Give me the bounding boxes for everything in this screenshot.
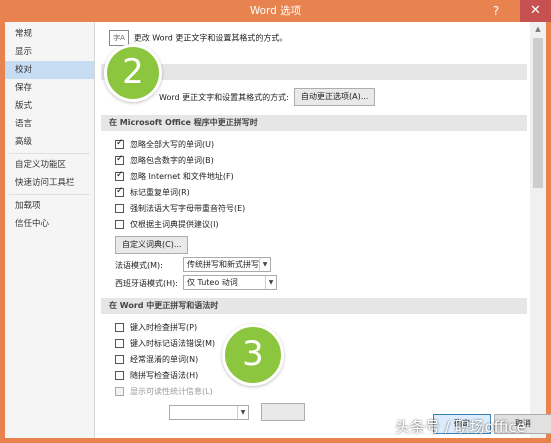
autocorrect-options-button[interactable]: 自动更正选项(A)... [294,88,376,106]
chevron-down-icon: ▼ [259,258,270,271]
option-ignore-uppercase[interactable]: 忽略全部大写的单词(U) [115,138,214,150]
option-main-dictionary-only[interactable]: 仅根据主词典提供建议(I) [115,219,219,230]
close-button[interactable]: ✕ [520,0,551,22]
chevron-down-icon: ▼ [237,406,248,419]
checkbox[interactable] [115,138,124,149]
option-ignore-numbers[interactable]: 忽略包含数字的单词(B) [115,154,214,166]
spanish-mode-label: 西班牙语模式(H): [115,279,178,288]
custom-dictionaries-button[interactable]: 自定义词典(C)... [115,236,189,254]
writing-style-select[interactable]: ▼ [169,405,249,420]
checkbox[interactable] [115,170,124,181]
sidebar-divider [9,153,90,154]
option-check-grammar[interactable]: 随拼写检查语法(H) [115,370,198,381]
sidebar-item-trust-center[interactable]: 信任中心 [5,215,94,233]
scrollbar[interactable]: ▲ [530,22,546,438]
word-options-window: Word 选项 ? ✕ 常规 显示 校对 保存 版式 语言 高级 自定义功能区 … [0,0,551,443]
french-mode-select[interactable]: 传统拼写和新式拼写 ▼ [183,257,271,272]
help-button[interactable]: ? [482,0,510,22]
checkbox[interactable] [115,339,124,348]
sidebar-item-advanced[interactable]: 高级 [5,133,94,151]
sidebar: 常规 显示 校对 保存 版式 语言 高级 自定义功能区 快速访问工具栏 加载项 … [5,22,95,438]
sidebar-item-save[interactable]: 保存 [5,79,94,97]
checkbox[interactable] [115,220,124,229]
option-french-accents[interactable]: 强制法语大写字母带重音符号(E) [115,203,245,214]
option-confused-words[interactable]: 经常混淆的单词(N) [115,354,198,365]
scroll-thumb[interactable] [533,38,543,188]
checkbox[interactable] [115,387,124,396]
autocorrect-section-header [101,64,527,80]
autocorrect-label: Word 更正文字和设置其格式的方式: [159,93,289,102]
spanish-mode-select[interactable]: 仅 Tuteo 动词 ▼ [183,275,277,290]
option-flag-repeated-words[interactable]: 标记重复单词(R) [115,186,190,198]
page-description: 更改 Word 更正文字和设置其格式的方式。 [133,33,288,43]
settings-button[interactable] [261,403,305,421]
step-3-badge: 3 [222,324,284,386]
proofing-panel: 字A 更改 Word 更正文字和设置其格式的方式。 Word 更正文字和设置其格… [101,22,527,438]
sidebar-item-language[interactable]: 语言 [5,115,94,133]
checkbox[interactable] [115,204,124,213]
watermark: 头条号 / 职场office [395,418,526,436]
option-check-spelling[interactable]: 键入时检查拼写(P) [115,322,197,333]
chevron-down-icon: ▼ [265,276,276,289]
checkbox[interactable] [115,186,124,197]
sidebar-item-proofing[interactable]: 校对 [5,61,94,79]
sidebar-item-layout[interactable]: 版式 [5,97,94,115]
french-mode-label: 法语模式(M): [115,261,163,270]
sidebar-divider [9,194,90,195]
window-title: Word 选项 [249,5,302,17]
sidebar-item-general[interactable]: 常规 [5,25,94,43]
option-ignore-internet-addresses[interactable]: 忽略 Internet 和文件地址(F) [115,170,234,182]
checkbox[interactable] [115,371,124,380]
checkbox[interactable] [115,323,124,332]
autocorrect-row: Word 更正文字和设置其格式的方式: [159,92,289,103]
step-2-badge: 2 [104,44,162,102]
title-bar: Word 选项 ? ✕ [0,0,551,22]
sidebar-item-add-ins[interactable]: 加载项 [5,197,94,215]
option-readability-stats[interactable]: 显示可读性统计信息(L) [115,386,213,397]
scroll-up-icon[interactable]: ▲ [530,22,546,36]
sidebar-item-display[interactable]: 显示 [5,43,94,61]
sidebar-item-customize-ribbon[interactable]: 自定义功能区 [5,156,94,174]
option-mark-grammar[interactable]: 键入时标记语法错误(M) [115,338,215,349]
office-section-title: 在 Microsoft Office 程序中更正拼写时 [101,115,527,131]
proofing-icon: 字A [109,30,129,46]
sidebar-item-quick-access-toolbar[interactable]: 快速访问工具栏 [5,174,94,192]
checkbox[interactable] [115,355,124,364]
word-section-title: 在 Word 中更正拼写和语法时 [101,298,527,314]
checkbox[interactable] [115,154,124,165]
